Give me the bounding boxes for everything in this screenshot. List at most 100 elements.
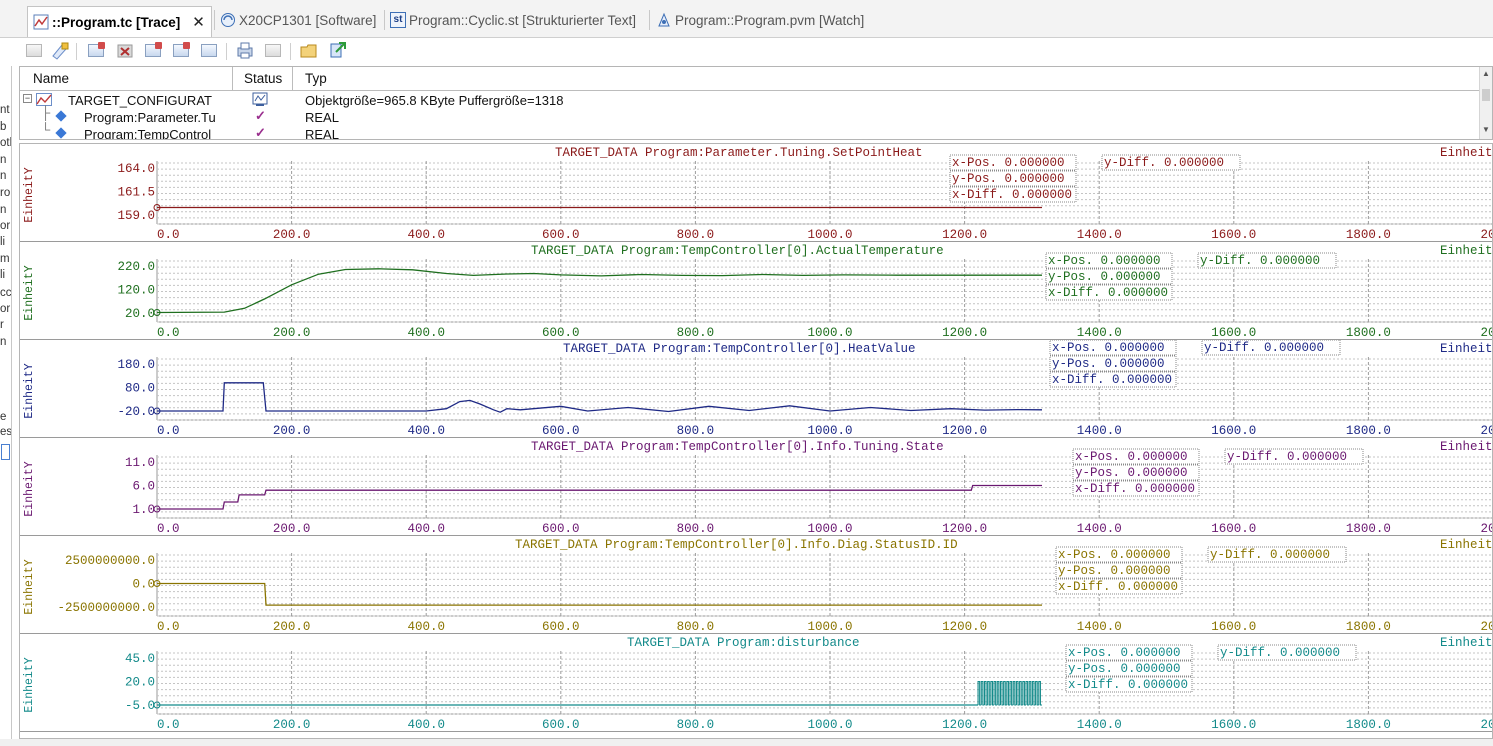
grid-scrollbar[interactable]: ▲ ▼	[1479, 67, 1492, 139]
chart-x-tick-label: 400.0	[407, 326, 445, 340]
chart-unit-label: Einheit	[1440, 636, 1493, 650]
cursor-readout-ydiff: y-Diff. 0.000000	[1220, 646, 1340, 660]
sliver-text: li	[0, 236, 6, 248]
trace-save-icon[interactable]	[171, 41, 191, 60]
trace-chart-panel[interactable]: TARGET_DATA Program:TempController[0].He…	[20, 340, 1493, 438]
st-icon-text: st	[393, 14, 403, 25]
trace-chart[interactable]: TARGET_DATA Program:Parameter.Tuning.Set…	[20, 144, 1493, 242]
collapse-icon[interactable]: −	[23, 94, 32, 103]
grid-row[interactable]: └ Program:TempControl ✓ REAL	[20, 122, 1492, 139]
cursor-readout-xpos: x-Pos. 0.000000	[952, 156, 1065, 170]
cursor-readout-ypos: y-Pos. 0.000000	[1058, 564, 1171, 578]
add-variable-icon[interactable]	[50, 41, 70, 60]
chart-y-tick-label: 164.0	[117, 162, 155, 176]
trace-chart-panel[interactable]: TARGET_DATA Program:TempController[0].In…	[20, 536, 1493, 634]
trace-chart-panel[interactable]: TARGET_DATA Program:TempController[0].In…	[20, 438, 1493, 536]
cursor-readout-ydiff: y-Diff. 0.000000	[1200, 254, 1320, 268]
chart-x-tick-label: 200.0	[273, 326, 311, 340]
trace-chart-icon[interactable]	[24, 41, 44, 60]
scroll-thumb[interactable]	[1482, 89, 1490, 101]
trace-variable-grid: Name Status Typ − TARGET_CONFIGURAT Obje…	[19, 66, 1493, 140]
trace-chart-panel[interactable]: TARGET_DATA Program:disturbance Einheit Ei…	[20, 634, 1493, 732]
chart-title: TARGET_DATA Program:disturbance	[627, 636, 860, 650]
column-header-status[interactable]: Status	[244, 71, 282, 86]
chart-x-tick-label: 200.0	[273, 620, 311, 634]
chart-x-tick-label: 200.0	[273, 718, 311, 732]
trace-chart[interactable]: TARGET_DATA Program:TempController[0].In…	[20, 536, 1493, 634]
chart-y-axis-label: EinheitY	[23, 265, 36, 320]
cursor-readout-xdiff: x-Diff. 0.000000	[1068, 678, 1188, 692]
tab-trace[interactable]: ::Program.tc [Trace] ✕	[27, 6, 212, 37]
cursor-readout-xpos: x-Pos. 0.000000	[1068, 646, 1181, 660]
left-panel-sliver: nt b otl n n ro n or li m li cc or r n e es	[0, 66, 12, 746]
chart-x-tick-label: 1600.0	[1211, 228, 1256, 242]
export-icon[interactable]	[263, 41, 283, 60]
chart-y-tick-label: 1.0	[132, 503, 155, 517]
chart-y-tick-label: 80.0	[125, 382, 155, 396]
open-folder-icon[interactable]	[299, 41, 319, 60]
cursor-readout-ydiff: y-Diff. 0.000000	[1227, 450, 1347, 464]
bottom-border	[0, 739, 1493, 746]
chart-title: TARGET_DATA Program:TempController[0].He…	[563, 342, 916, 356]
cursor-readout-xpos: x-Pos. 0.000000	[1075, 450, 1188, 464]
trace-start-icon[interactable]	[86, 41, 106, 60]
chart-x-tick-label: 1600.0	[1211, 522, 1256, 536]
print-icon[interactable]	[235, 41, 255, 60]
chart-x-tick-label: 600.0	[542, 424, 580, 438]
sliver-text: b	[0, 121, 7, 133]
chart-x-tick-label: 1000.0	[807, 522, 852, 536]
chart-y-tick-label: 6.0	[132, 480, 155, 494]
chart-x-tick-label: 2000.0	[1480, 522, 1493, 536]
chart-x-tick-label: 1200.0	[942, 424, 987, 438]
trace-chart[interactable]: TARGET_DATA Program:TempController[0].He…	[20, 340, 1493, 438]
chart-unit-label: Einheit	[1440, 146, 1493, 160]
chart-x-tick-label: 1600.0	[1211, 718, 1256, 732]
tab-software[interactable]: X20CP1301 [Software]	[220, 7, 376, 33]
chart-x-tick-label: 200.0	[273, 228, 311, 242]
trace-stop-icon[interactable]	[115, 41, 135, 60]
column-header-name[interactable]: Name	[33, 71, 69, 86]
chart-x-tick-label: 1000.0	[807, 620, 852, 634]
tab-watch[interactable]: Program::Program.pvm [Watch]	[656, 7, 864, 33]
chart-unit-label: Einheit	[1440, 538, 1493, 552]
chart-x-tick-label: 800.0	[677, 228, 715, 242]
chart-x-tick-label: 200.0	[273, 424, 311, 438]
chart-x-tick-label: 1200.0	[942, 326, 987, 340]
sliver-text: otl	[0, 137, 12, 149]
chart-x-tick-label: 1000.0	[807, 718, 852, 732]
grid-header: Name Status Typ	[20, 67, 1492, 91]
scroll-up-icon[interactable]: ▲	[1482, 69, 1490, 78]
chart-y-tick-label: 159.0	[117, 209, 155, 223]
row-type: REAL	[305, 110, 339, 125]
tab-label: Program::Program.pvm [Watch]	[675, 12, 865, 28]
cursor-readout-xdiff: x-Diff. 0.000000	[1058, 580, 1178, 594]
variable-icon	[55, 110, 67, 122]
trace-upload-icon[interactable]	[143, 41, 163, 60]
scroll-down-icon[interactable]: ▼	[1482, 125, 1490, 134]
grid-row[interactable]: − TARGET_CONFIGURAT Objektgröße=965.8 KB…	[20, 92, 1492, 109]
trace-chart[interactable]: TARGET_DATA Program:TempController[0].In…	[20, 438, 1493, 536]
trace-config-icon[interactable]	[199, 41, 219, 60]
close-icon[interactable]: ✕	[192, 13, 205, 31]
chart-x-tick-label: 400.0	[407, 522, 445, 536]
trace-chart[interactable]: TARGET_DATA Program:disturbance Einheit Ei…	[20, 634, 1493, 732]
column-header-type[interactable]: Typ	[305, 71, 327, 86]
tab-cyclic-st[interactable]: st Program::Cyclic.st [Strukturierter Te…	[390, 7, 636, 33]
chart-x-tick-label: 600.0	[542, 326, 580, 340]
trace-chart[interactable]: TARGET_DATA Program:TempController[0].Ac…	[20, 242, 1493, 340]
chart-y-tick-label: -5.0	[125, 699, 155, 713]
chart-x-tick-label: 1800.0	[1346, 620, 1391, 634]
trace-chart-area[interactable]: TARGET_DATA Program:Parameter.Tuning.Set…	[19, 143, 1493, 739]
chart-x-tick-label: 800.0	[677, 522, 715, 536]
cursor-readout-ypos: y-Pos. 0.000000	[1048, 270, 1161, 284]
trace-icon	[33, 14, 49, 30]
trace-chart-panel[interactable]: TARGET_DATA Program:TempController[0].Ac…	[20, 242, 1493, 340]
chart-x-tick-label: 1200.0	[942, 522, 987, 536]
install-icon[interactable]	[327, 41, 347, 60]
trace-chart-panel[interactable]: TARGET_DATA Program:Parameter.Tuning.Set…	[20, 144, 1493, 242]
chart-y-tick-label: -20.0	[117, 405, 155, 419]
chart-y-axis-label: EinheitY	[23, 461, 36, 516]
sliver-text: li	[0, 269, 6, 281]
chart-x-tick-label: 2000.0	[1480, 228, 1493, 242]
grid-row[interactable]: ├ Program:Parameter.Tu ✓ REAL	[20, 105, 1492, 126]
